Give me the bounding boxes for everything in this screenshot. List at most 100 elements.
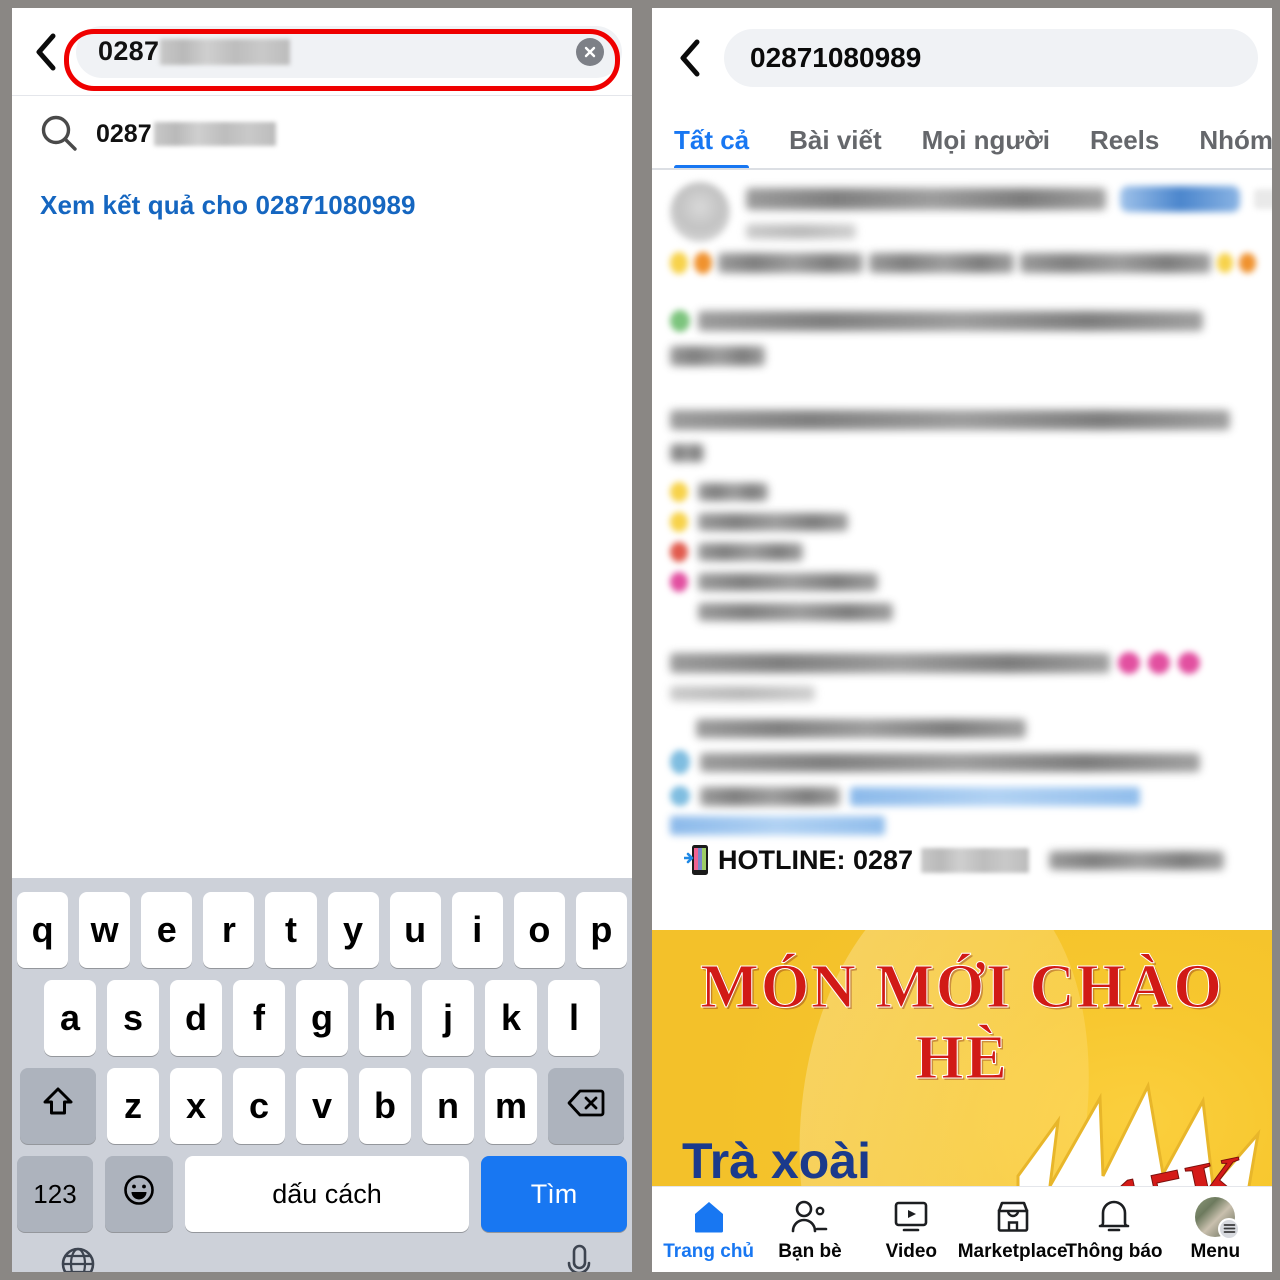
redacted-hotline-digits [921,847,1030,873]
keyboard-row-3: z x c v b n m [12,1062,632,1150]
post-text-line [670,686,815,701]
search-header-bar: 0287 [12,8,632,96]
key-e[interactable]: e [141,892,193,968]
follow-button[interactable] [1120,186,1240,212]
see-results-link[interactable]: Xem kết quả cho 02871080989 [12,172,632,221]
key-b[interactable]: b [359,1068,411,1144]
hotline-row: HOTLINE: 0287 [670,843,1256,877]
nav-thong-bao[interactable]: Thông báo [1065,1197,1163,1263]
key-y[interactable]: y [327,892,379,968]
key-k[interactable]: k [485,980,537,1056]
key-s[interactable]: s [107,980,159,1056]
post-author-name [746,188,1106,210]
video-play-icon [892,1197,930,1237]
keyboard-bottom-row [12,1238,632,1272]
nav-label: Trang chủ [663,1240,755,1262]
key-z[interactable]: z [107,1068,159,1144]
post-options-icon[interactable] [1254,189,1272,209]
bullet-spacer [670,602,688,622]
post-external-link[interactable] [850,786,1140,806]
post-paragraph-2 [670,410,1256,462]
post-external-link[interactable] [670,816,885,835]
emoji-heart-icon [1148,652,1170,674]
key-i[interactable]: i [451,892,503,968]
shift-key[interactable] [20,1068,96,1144]
tab-reels[interactable]: Reels [1070,125,1179,168]
keyboard-row-1: q w e r t y u i o p [12,886,632,974]
emoji-bullet-icon [670,572,688,592]
nav-marketplace[interactable]: Marketplace [958,1197,1068,1263]
tab-bai-viet[interactable]: Bài viết [769,125,902,168]
globe-language-icon[interactable] [58,1244,98,1272]
key-v[interactable]: v [296,1068,348,1144]
post-author-avatar [670,182,730,242]
space-key[interactable]: dấu cách [185,1156,469,1232]
mobile-phone-arrow-icon [684,843,710,877]
search-go-key[interactable]: Tìm [481,1156,627,1232]
nav-menu[interactable]: Menu [1167,1196,1263,1263]
key-r[interactable]: r [203,892,255,968]
backspace-delete-icon [567,1085,605,1127]
emoji-heart-icon [1118,652,1140,674]
emoji-bullet-icon [670,482,688,502]
fb-search-input[interactable]: 02871080989 [724,29,1258,87]
post-timestamp [746,224,856,239]
post-contact-block [670,719,1256,835]
key-m[interactable]: m [485,1068,537,1144]
post-text-line [670,444,704,462]
key-p[interactable]: p [575,892,627,968]
post-text-line [670,653,1110,673]
marketplace-store-icon [994,1197,1032,1237]
backspace-key[interactable] [548,1068,624,1144]
search-suggestion-row[interactable]: 0287 [12,96,632,172]
emoji-key[interactable] [105,1156,173,1232]
clear-search-button[interactable] [576,37,604,66]
search-input-value: 0287 [98,36,160,66]
tab-moi-nguoi[interactable]: Mọi người [902,125,1070,168]
post-text-line [698,513,848,531]
post-text-line [698,603,893,621]
key-q[interactable]: q [17,892,69,968]
key-j[interactable]: j [422,980,474,1056]
key-x[interactable]: x [170,1068,222,1144]
key-h[interactable]: h [359,980,411,1056]
numbers-key[interactable]: 123 [17,1156,93,1232]
tab-tat-ca[interactable]: Tất cả [674,125,769,168]
redacted-suggestion-digits [153,122,276,146]
bottom-navigation-bar: Trang chủ Bạn bè Video Marketplace Thông… [652,1186,1272,1272]
key-f[interactable]: f [233,980,285,1056]
nav-trang-chu[interactable]: Trang chủ [661,1197,757,1263]
fb-back-button[interactable] [670,38,710,78]
key-n[interactable]: n [422,1068,474,1144]
search-input[interactable]: 0287 [76,25,622,78]
key-u[interactable]: u [389,892,441,968]
key-a[interactable]: a [44,980,96,1056]
emoji-bullet-icon [670,512,688,532]
key-l[interactable]: l [548,980,600,1056]
post-text-line [698,543,803,561]
tab-nhom[interactable]: Nhóm [1179,125,1272,168]
post-text-line [670,346,765,366]
post-text-segment [869,253,1015,273]
nav-label: Menu [1190,1240,1241,1262]
nav-ban-be[interactable]: Bạn bè [762,1197,858,1263]
key-g[interactable]: g [296,980,348,1056]
key-c[interactable]: c [233,1068,285,1144]
left-phone-screen: 0287 0287 Xem kết quả cho 02871080989 q … [12,8,632,1272]
shift-up-arrow-icon [41,1085,75,1128]
on-screen-keyboard: q w e r t y u i o p a s d f g h j k l z … [12,878,632,1272]
microphone-icon[interactable] [564,1244,594,1272]
key-d[interactable]: d [170,980,222,1056]
nav-video[interactable]: Video [863,1197,959,1263]
back-button[interactable] [26,32,66,72]
post-text-line [700,786,840,806]
empty-results-area [12,221,632,781]
smiley-emoji-icon [122,1173,156,1215]
close-circle-icon [582,44,598,60]
post-text-line [698,311,1203,331]
key-t[interactable]: t [265,892,317,968]
post-bullet-list [670,482,1256,622]
redacted-digits [160,38,291,65]
key-w[interactable]: w [79,892,131,968]
key-o[interactable]: o [513,892,565,968]
